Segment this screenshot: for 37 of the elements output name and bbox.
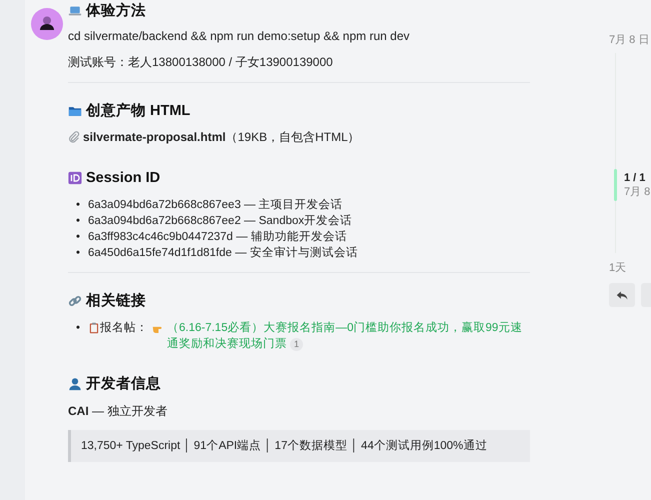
section-heading: 相关链接 bbox=[86, 292, 146, 311]
link-label: 报名帖： bbox=[100, 320, 148, 336]
timeline-handle[interactable] bbox=[614, 169, 617, 201]
bullet: • bbox=[76, 230, 82, 245]
session-item: 6a3a094bd6a72b668c867ee2 — Sandbox开发会话 bbox=[88, 214, 352, 229]
id-icon bbox=[68, 171, 82, 185]
command-text: cd silvermate/backend && npm run demo:setup && npm run dev bbox=[68, 28, 411, 45]
clipboard-icon bbox=[88, 322, 100, 334]
developer-byline: CAI — 独立开发者 bbox=[68, 403, 168, 420]
reply-icon bbox=[616, 288, 628, 302]
session-item: 6a450d6a15fe74d1f1d81fde — 安全审计与测试会话 bbox=[88, 245, 358, 261]
reply-button[interactable] bbox=[609, 283, 635, 307]
paperclip-icon bbox=[68, 131, 80, 143]
file-attachment[interactable]: silvermate-proposal.html（19KB，自包含HTML） bbox=[83, 128, 360, 146]
timeline-start-date[interactable]: 7月 8 日 bbox=[609, 33, 651, 47]
person-icon bbox=[68, 377, 82, 391]
avatar[interactable] bbox=[31, 8, 63, 40]
timeline-position: 1 / 1 bbox=[624, 171, 646, 185]
session-item: 6a3ff983c4c46c9b0447237d — 辅助功能开发会话 bbox=[88, 230, 347, 245]
session-item: 6a3a094bd6a72b668c867ee3 — 主项目开发会话 bbox=[88, 197, 343, 213]
bullet: • bbox=[76, 246, 82, 261]
post-link[interactable]: （6.16-7.15必看）大赛报名指南—0门槛助你报名成功，赢取99元速通奖励和决赛现场门票 1 bbox=[167, 320, 530, 352]
bullet: • bbox=[76, 321, 82, 336]
bullet: • bbox=[76, 198, 82, 213]
chain-link-icon bbox=[68, 294, 82, 308]
section-heading: 开发者信息 bbox=[86, 374, 161, 394]
folder-icon bbox=[68, 104, 82, 118]
timeline-date: 7月 8 bbox=[624, 185, 650, 199]
section-heading: 创意产物 HTML bbox=[86, 102, 190, 121]
laptop-icon bbox=[68, 4, 82, 18]
bullet: • bbox=[76, 214, 82, 229]
section-heading: Session ID bbox=[86, 169, 160, 188]
click-count: 1 bbox=[290, 338, 304, 351]
section-heading: 体验方法 bbox=[86, 1, 146, 21]
timeline-end-age[interactable]: 1天 bbox=[609, 261, 651, 275]
account-text: 测试账号：老人13800138000 / 子女13900139000 bbox=[68, 54, 334, 71]
stats-quote: 13,750+ TypeScript │ 91个API端点 │ 17个数据模型 │ 44个测试用例100%通过 bbox=[68, 430, 530, 462]
